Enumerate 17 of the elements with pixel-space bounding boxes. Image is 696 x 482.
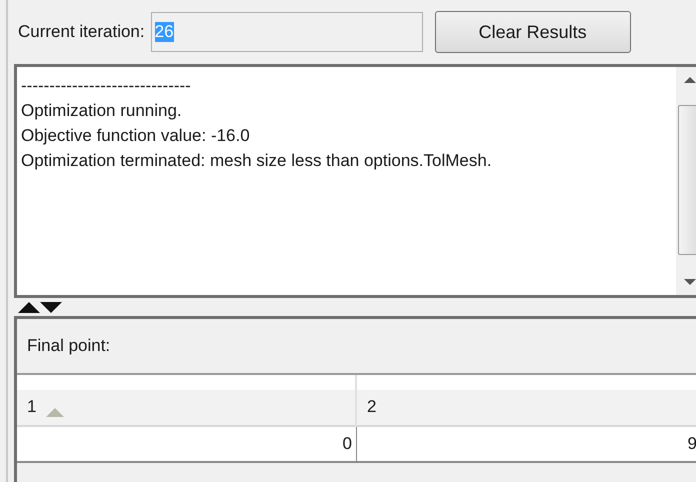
iteration-label: Current iteration: [18, 22, 145, 42]
splitter-arrows-icon[interactable] [18, 301, 62, 313]
scroll-thumb[interactable] [678, 105, 696, 255]
scroll-down-icon[interactable] [684, 279, 696, 285]
output-line: ------------------------------ [21, 75, 192, 97]
clear-results-button[interactable]: Clear Results [434, 11, 631, 53]
sort-ascending-icon [46, 408, 64, 417]
table-cell: 9 [357, 427, 696, 463]
output-line: Objective function value: -16.0 [21, 125, 251, 147]
column-header[interactable]: 1 [17, 375, 357, 427]
table-cell: 0 [17, 427, 357, 463]
column-header[interactable]: 2 [357, 375, 696, 427]
vertical-scrollbar[interactable] [676, 67, 696, 295]
scroll-up-icon[interactable] [684, 77, 696, 83]
output-text-area[interactable]: ------------------------------ Optimization running. Objective function value: -16.0 Optimization terminated: mesh size less than options.TolMesh. [14, 64, 696, 298]
output-line: Optimization terminated: mesh size less than options.TolMesh. [21, 150, 493, 172]
output-line: Optimization running. [21, 100, 183, 122]
